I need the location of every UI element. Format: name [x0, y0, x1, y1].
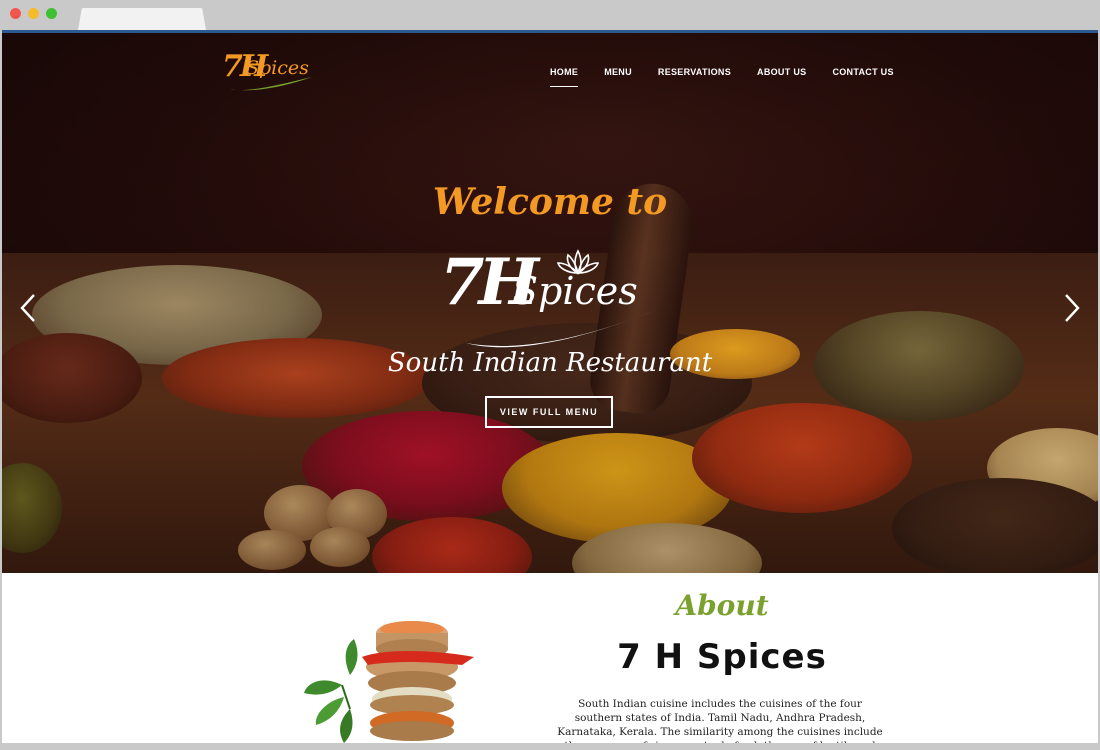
close-window-icon[interactable] [10, 8, 21, 19]
view-full-menu-button[interactable]: VIEW FULL MENU [485, 396, 613, 428]
browser-chrome [0, 0, 1100, 30]
hero-welcome: Welcome to [432, 181, 668, 223]
minimize-window-icon[interactable] [28, 8, 39, 19]
hero-tagline: South Indian Restaurant [387, 348, 713, 378]
page-viewport: 7H Spices HOME MENU RESERVATIONS ABOUT U… [2, 33, 1098, 745]
nav-contact-us[interactable]: CONTACT US [832, 67, 893, 87]
nav-about-us[interactable]: ABOUT US [757, 67, 806, 87]
browser-tab[interactable] [78, 8, 206, 30]
main-nav: HOME MENU RESERVATIONS ABOUT US CONTACT … [550, 67, 894, 87]
nav-reservations[interactable]: RESERVATIONS [658, 67, 731, 87]
about-title: 7 H Spices [617, 637, 827, 677]
logo-swoosh-icon [230, 77, 312, 91]
frame-bottom [0, 743, 1100, 750]
nav-menu[interactable]: MENU [604, 67, 632, 87]
about-text: South Indian cuisine includes the cuisin… [557, 698, 883, 745]
chevron-right-icon[interactable] [1060, 291, 1084, 325]
hero-section: 7H Spices HOME MENU RESERVATIONS ABOUT U… [2, 33, 1098, 573]
nav-home[interactable]: HOME [550, 67, 579, 87]
hero-logo: 7H Spices [440, 241, 670, 351]
hero-swoosh-icon [466, 309, 658, 348]
chevron-left-icon[interactable] [16, 291, 40, 325]
about-heading: About [675, 589, 769, 622]
spice-stack-image [304, 621, 474, 743]
site-logo[interactable]: 7H Spices [222, 47, 317, 97]
maximize-window-icon[interactable] [46, 8, 57, 19]
